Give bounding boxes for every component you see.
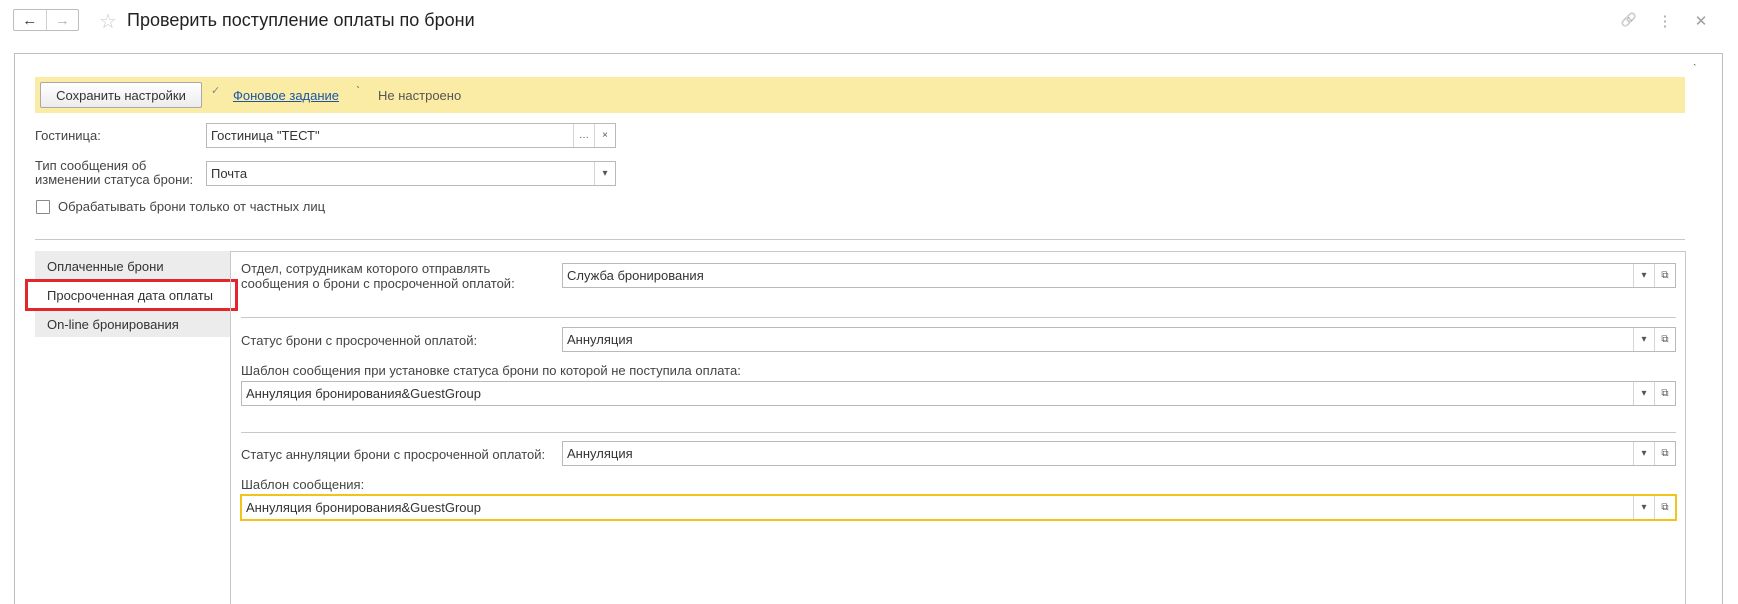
template-value: Аннуляция бронирования&GuestGroup — [246, 386, 481, 401]
status-value: Аннуляция — [567, 332, 633, 347]
open-window-icon[interactable]: ⧉ — [1654, 382, 1675, 405]
dropdown-arrow-icon[interactable]: ▾ — [1633, 328, 1654, 351]
divider-1 — [241, 317, 1676, 318]
hotel-field[interactable]: Гостиница "ТЕСТ" … × — [206, 123, 616, 148]
tab-content-frame — [230, 251, 1686, 604]
favorite-star-icon[interactable]: ☆ — [99, 9, 117, 34]
template-select[interactable]: Аннуляция бронирования&GuestGroup ▾ ⧉ — [241, 381, 1676, 406]
message-type-label-line1: Тип сообщения об — [35, 158, 147, 173]
private-only-checkbox[interactable] — [36, 200, 50, 214]
dropdown-arrow-icon[interactable]: ▾ — [594, 162, 615, 185]
divider-2 — [241, 432, 1676, 433]
background-task-link[interactable]: Фоновое задание — [233, 88, 339, 103]
status-select[interactable]: Аннуляция ▾ ⧉ — [562, 327, 1676, 352]
status-label: Статус брони с просроченной оплатой: — [241, 333, 478, 348]
dropdown-arrow-icon[interactable]: ▾ — [1633, 442, 1654, 465]
department-value: Служба бронирования — [567, 268, 704, 283]
tab-online-bookings[interactable]: On-line бронирования — [35, 310, 230, 338]
department-label-line1: Отдел, сотрудникам которого отправлять — [241, 261, 491, 276]
hotel-label: Гостиница: — [35, 128, 101, 143]
clear-x-icon[interactable]: × — [594, 124, 615, 147]
highlight-frame — [25, 279, 238, 311]
tab-paid-bookings[interactable]: Оплаченные брони — [35, 252, 230, 280]
close-icon[interactable]: ✕ — [1692, 12, 1710, 30]
check-mark-icon: ✓ — [211, 85, 221, 97]
cancel-template-value: Аннуляция бронирования&GuestGroup — [246, 500, 481, 515]
collapse-mark-icon: ˋ — [1693, 63, 1697, 75]
open-window-icon[interactable]: ⧉ — [1654, 442, 1675, 465]
dropdown-arrow-icon[interactable]: ▾ — [1633, 264, 1654, 287]
select-ellipsis-icon[interactable]: … — [573, 124, 594, 147]
status-text: Не настроено — [378, 88, 462, 103]
cancel-status-label: Статус аннуляции брони с просроченной оп… — [241, 447, 546, 462]
title-actions: 🔗 ⋮ ✕ — [1620, 12, 1710, 30]
cancel-status-value: Аннуляция — [567, 446, 633, 461]
open-window-icon[interactable]: ⧉ — [1654, 496, 1675, 519]
message-type-select[interactable]: Почта ▾ — [206, 161, 616, 186]
department-label-line2: сообщения о брони с просроченной оплатой… — [241, 276, 515, 291]
dropdown-arrow-icon[interactable]: ▾ — [1633, 496, 1654, 519]
section-divider — [35, 239, 1685, 240]
message-type-value: Почта — [211, 166, 248, 181]
open-window-icon[interactable]: ⧉ — [1654, 264, 1675, 287]
private-only-label: Обрабатывать брони только от частных лиц — [58, 199, 326, 214]
open-window-icon[interactable]: ⧉ — [1654, 328, 1675, 351]
department-select[interactable]: Служба бронирования ▾ ⧉ — [562, 263, 1676, 288]
navigation-buttons: ← → — [13, 9, 79, 31]
cancel-template-label: Шаблон сообщения: — [241, 477, 365, 492]
hotel-value: Гостиница "ТЕСТ" — [211, 128, 320, 143]
template-label: Шаблон сообщения при установке статуса б… — [241, 363, 741, 378]
save-settings-button[interactable]: Сохранить настройки — [40, 82, 202, 108]
forward-arrow-icon[interactable]: → — [46, 10, 78, 30]
dropdown-arrow-icon[interactable]: ▾ — [1633, 382, 1654, 405]
back-arrow-icon[interactable]: ← — [14, 10, 46, 30]
cancel-template-select[interactable]: Аннуляция бронирования&GuestGroup ▾ ⧉ — [240, 494, 1677, 521]
window-title: Проверить поступление оплаты по брони — [127, 10, 475, 30]
link-icon[interactable]: 🔗 — [1620, 12, 1638, 30]
message-type-label-line2: изменении статуса брони: — [35, 172, 194, 187]
cancel-status-select[interactable]: Аннуляция ▾ ⧉ — [562, 441, 1676, 466]
more-icon[interactable]: ⋮ — [1656, 12, 1674, 30]
separator-mark-icon: ˋ — [356, 84, 360, 98]
